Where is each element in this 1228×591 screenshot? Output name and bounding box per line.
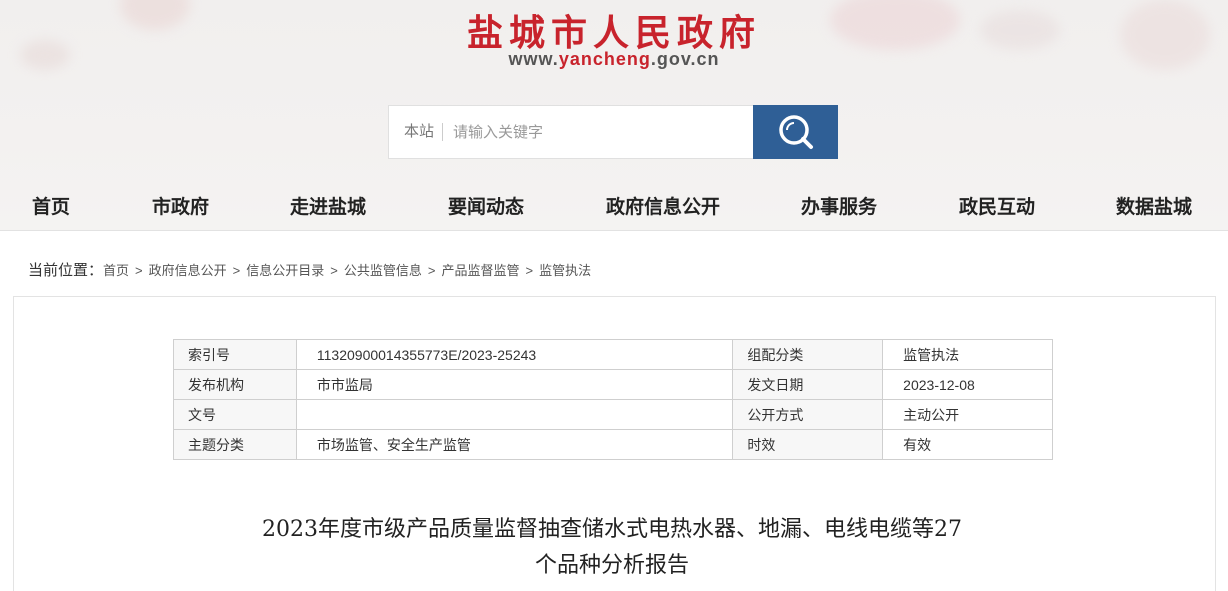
meta-value: 市市监局 — [295, 369, 734, 400]
nav-item-data-yancheng[interactable]: 数据盐城 — [1116, 192, 1192, 219]
breadcrumb-item[interactable]: 信息公开目录 — [246, 263, 324, 278]
breadcrumb-separator: > — [232, 263, 241, 278]
breadcrumb: 当前位置：首页 > 政府信息公开 > 信息公开目录 > 公共监管信息 > 产品监督监管 > 监管执法 — [28, 259, 591, 280]
breadcrumb-item[interactable]: 政府信息公开 — [149, 263, 227, 278]
meta-value: 主动公开 — [882, 399, 1053, 430]
meta-label: 索引号 — [173, 339, 297, 370]
nav-item-news[interactable]: 要闻动态 — [448, 192, 524, 219]
breadcrumb-item[interactable]: 首页 — [103, 263, 129, 278]
meta-value: 有效 — [882, 429, 1053, 460]
nav-item-interaction[interactable]: 政民互动 — [959, 192, 1035, 219]
breadcrumb-item[interactable]: 公共监管信息 — [344, 263, 422, 278]
article-title: 2023年度市级产品质量监督抽查储水式电热水器、地漏、电线电缆等27 个品种分析… — [212, 512, 1012, 584]
breadcrumb-separator: > — [525, 263, 534, 278]
document-meta-table: 索引号 11320900014355773E/2023-25243 组配分类 监… — [173, 339, 1053, 460]
meta-label: 时效 — [732, 429, 884, 460]
meta-value — [295, 399, 734, 430]
search-scope[interactable]: 本站 — [389, 123, 444, 141]
breadcrumb-separator: > — [135, 263, 143, 278]
nav-item-home[interactable]: 首页 — [32, 192, 70, 219]
nav-item-about-yancheng[interactable]: 走进盐城 — [290, 192, 366, 219]
main-nav: 首页 市政府 走进盐城 要闻动态 政府信息公开 办事服务 政民互动 数据盐城 — [0, 186, 1228, 226]
nav-item-city-government[interactable]: 市政府 — [152, 192, 209, 219]
breadcrumb-separator: > — [427, 263, 436, 278]
meta-value: 监管执法 — [882, 339, 1053, 370]
article-title-line: 2023年度市级产品质量监督抽查储水式电热水器、地漏、电线电缆等27 — [262, 517, 962, 542]
article-title-line: 个品种分析报告 — [534, 553, 689, 578]
site-url[interactable]: www.yancheng.gov.cn — [0, 49, 1228, 70]
search-input[interactable] — [443, 117, 724, 147]
meta-value: 11320900014355773E/2023-25243 — [295, 339, 734, 370]
meta-label: 文号 — [173, 399, 297, 430]
meta-label: 组配分类 — [732, 339, 884, 370]
search-box: 本站 — [388, 105, 754, 159]
meta-value: 2023-12-08 — [882, 369, 1053, 400]
table-row: 文号 公开方式 主动公开 — [173, 399, 1053, 430]
meta-label: 公开方式 — [732, 399, 884, 430]
table-row: 索引号 11320900014355773E/2023-25243 组配分类 监… — [173, 339, 1053, 370]
site-url-prefix: www. — [508, 49, 559, 69]
site-url-suffix: .gov.cn — [650, 49, 720, 69]
search-icon — [778, 115, 813, 149]
meta-label: 发文日期 — [732, 369, 884, 400]
breadcrumb-separator: > — [330, 263, 338, 278]
search-button[interactable] — [753, 105, 838, 159]
breadcrumb-label: 当前位置： — [28, 262, 104, 279]
meta-label: 主题分类 — [173, 429, 297, 460]
nav-item-gov-info-disclosure[interactable]: 政府信息公开 — [606, 192, 720, 219]
table-row: 发布机构 市市监局 发文日期 2023-12-08 — [173, 369, 1053, 400]
site-url-accent: yancheng — [558, 49, 651, 69]
breadcrumb-item[interactable]: 产品监督监管 — [441, 263, 519, 278]
meta-label: 发布机构 — [173, 369, 297, 400]
nav-item-services[interactable]: 办事服务 — [801, 192, 877, 219]
meta-value: 市场监管、安全生产监管 — [295, 429, 734, 460]
breadcrumb-item[interactable]: 监管执法 — [539, 263, 591, 278]
table-row: 主题分类 市场监管、安全生产监管 时效 有效 — [173, 429, 1053, 460]
site-header: 盐城市人民政府 www.yancheng.gov.cn 本站 首页 市政府 走进… — [0, 0, 1228, 231]
